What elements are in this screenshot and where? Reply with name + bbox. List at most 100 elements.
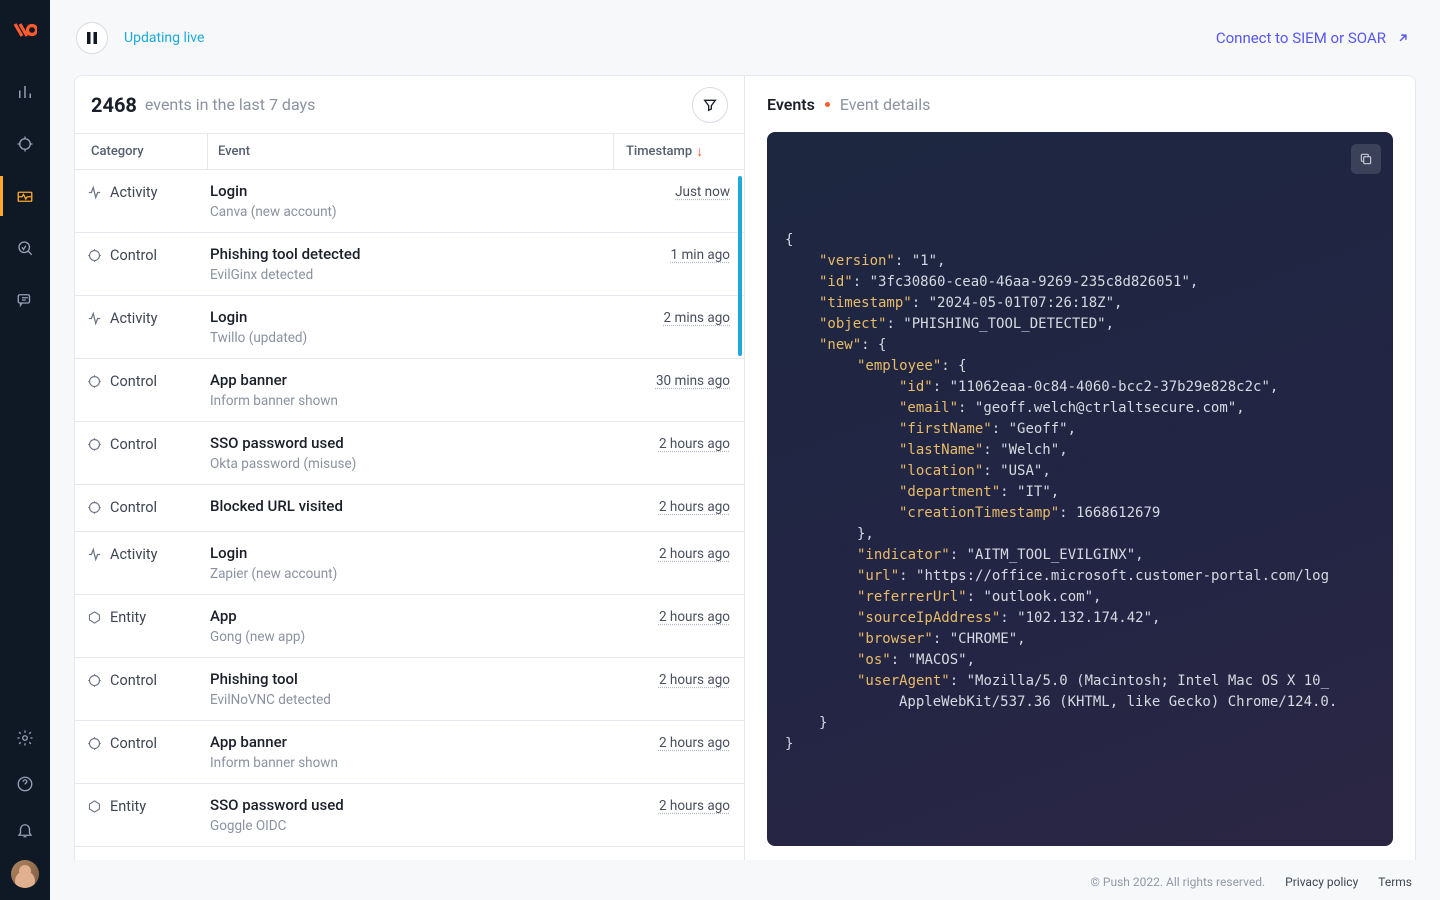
event-category-cell: Activity [87, 544, 210, 582]
event-category-cell: Control [87, 245, 210, 283]
breadcrumb-current: Event details [840, 95, 931, 114]
connect-siem-label: Connect to SIEM or SOAR [1216, 29, 1386, 47]
event-cell: SSO password usedGoggle OIDC [210, 796, 626, 834]
event-row[interactable]: ActivityLoginCanva (new account)Just now [75, 170, 744, 233]
event-category-cell: Control [87, 371, 210, 409]
event-cell: SSO password usedOkta password (misuse) [210, 434, 626, 472]
events-rows: ActivityLoginCanva (new account)Just now… [75, 170, 744, 860]
nav-investigate[interactable] [0, 228, 50, 268]
event-cell: App banner Inform banner shown [210, 371, 626, 409]
event-category-cell: Control [87, 733, 210, 771]
footer-copyright: © Push 2022. All rights reserved. [1091, 875, 1266, 889]
pause-button[interactable] [76, 22, 108, 54]
footer: © Push 2022. All rights reserved. Privac… [50, 864, 1440, 900]
copy-button[interactable] [1351, 144, 1381, 174]
event-title: App [210, 607, 618, 625]
event-title: SSO password used [210, 434, 618, 452]
filter-button[interactable] [692, 87, 728, 123]
event-category-label: Control [110, 735, 157, 752]
activity-icon [87, 184, 102, 204]
breadcrumb-separator-icon [825, 102, 830, 107]
event-timestamp: 2 hours ago [626, 796, 730, 834]
event-subtitle: Inform banner shown [210, 393, 618, 409]
nav-events[interactable] [0, 176, 50, 216]
event-category-label: Control [110, 247, 157, 264]
events-list-header: 2468 events in the last 7 days [75, 76, 744, 134]
footer-terms-link[interactable]: Terms [1378, 875, 1412, 889]
nav-chat[interactable] [0, 280, 50, 320]
event-title: App banner [210, 371, 618, 389]
event-category-label: Activity [110, 546, 157, 563]
event-timestamp: 30 mins ago [626, 371, 730, 409]
external-link-icon [1396, 31, 1410, 45]
event-timestamp: 2 hours ago [626, 607, 730, 645]
event-subtitle: Inform banner shown [210, 755, 618, 771]
event-row[interactable]: ControlBlocked URL visited2 hours ago [75, 485, 744, 532]
control-icon [87, 672, 102, 692]
event-category-label: Activity [110, 310, 157, 327]
nav-help[interactable] [0, 768, 50, 800]
control-icon [87, 499, 102, 519]
footer-privacy-link[interactable]: Privacy policy [1285, 875, 1358, 889]
entity-icon [87, 609, 102, 629]
main-container: 2468 events in the last 7 days Category … [74, 75, 1416, 860]
event-category-label: Control [110, 499, 157, 516]
event-row[interactable]: Control Phishing toolEvilNoVNC detected2 … [75, 658, 744, 721]
event-row[interactable]: Activity Login Zapier (new account) 2 hours… [75, 532, 744, 595]
copy-icon [1359, 152, 1373, 166]
column-headers: Category Event Timestamp↓ [75, 134, 744, 170]
event-cell: Blocked URL visited [210, 497, 626, 519]
control-icon [87, 373, 102, 393]
event-row[interactable]: ControlSSO password usedOkta password (m… [75, 422, 744, 485]
col-header-category[interactable]: Category [89, 134, 208, 169]
event-category-cell: Activity [87, 308, 210, 346]
breadcrumb-root[interactable]: Events [767, 95, 815, 114]
event-row[interactable]: Entity SSO password usedGoggle OIDC2 hour… [75, 784, 744, 847]
event-subtitle: Zapier (new account) [210, 566, 618, 582]
detail-breadcrumb: Events Event details [767, 76, 1393, 132]
entity-icon [87, 798, 102, 818]
event-row[interactable]: ControlApp bannerInform banner shown2 ho… [75, 721, 744, 784]
event-subtitle: EvilGinx detected [210, 267, 618, 283]
events-list-panel: 2468 events in the last 7 days Category … [75, 76, 745, 860]
event-category-cell: Control [87, 670, 210, 708]
event-row[interactable]: ActivityLoginTwillo (updated)2 mins ago [75, 296, 744, 359]
event-category-cell: Entity [87, 796, 210, 834]
activity-icon [87, 310, 102, 330]
event-cell: Phishing toolEvilNoVNC detected [210, 670, 626, 708]
event-category-cell: Control [87, 434, 210, 472]
brand-logo [13, 18, 37, 42]
events-count-label: events in the last 7 days [145, 95, 315, 114]
connect-siem-link[interactable]: Connect to SIEM or SOAR [1216, 29, 1410, 47]
event-title: Login [210, 544, 618, 562]
event-row[interactable]: Control Phishing tool detectedEvilGinx de… [75, 233, 744, 296]
event-category-cell: Entity [87, 607, 210, 645]
events-count: 2468 [91, 93, 137, 117]
event-category-cell: Activity [87, 182, 210, 220]
nav-settings[interactable] [0, 722, 50, 754]
event-cell: LoginCanva (new account) [210, 182, 626, 220]
sidebar [0, 0, 50, 900]
event-row[interactable]: EntityAppGong (new app)2 hours ago [75, 595, 744, 658]
scroll-indicator [738, 176, 742, 356]
event-json-code: {"version": "1","id": "3fc30860-cea0-46a… [767, 132, 1393, 846]
nav-alerts[interactable] [0, 814, 50, 846]
nav-targets[interactable] [0, 124, 50, 164]
col-header-timestamp[interactable]: Timestamp↓ [614, 143, 730, 160]
event-title: App banner [210, 733, 618, 751]
activity-icon [87, 546, 102, 566]
event-timestamp: 2 hours ago [626, 670, 730, 708]
event-cell: Phishing tool detectedEvilGinx detected [210, 245, 626, 283]
event-category-label: Control [110, 672, 157, 689]
event-category-label: Entity [110, 798, 146, 815]
event-timestamp: Just now [626, 182, 730, 220]
event-timestamp: 1 min ago [626, 245, 730, 283]
event-row[interactable]: ControlApp banner Inform banner shown 30 m… [75, 359, 744, 422]
event-title: SSO password used [210, 796, 618, 814]
col-header-event[interactable]: Event [208, 134, 614, 169]
event-timestamp: 2 hours ago [626, 544, 730, 582]
event-timestamp: 2 mins ago [626, 308, 730, 346]
nav-dashboards[interactable] [0, 72, 50, 112]
control-icon [87, 247, 102, 267]
user-avatar[interactable] [11, 860, 39, 888]
